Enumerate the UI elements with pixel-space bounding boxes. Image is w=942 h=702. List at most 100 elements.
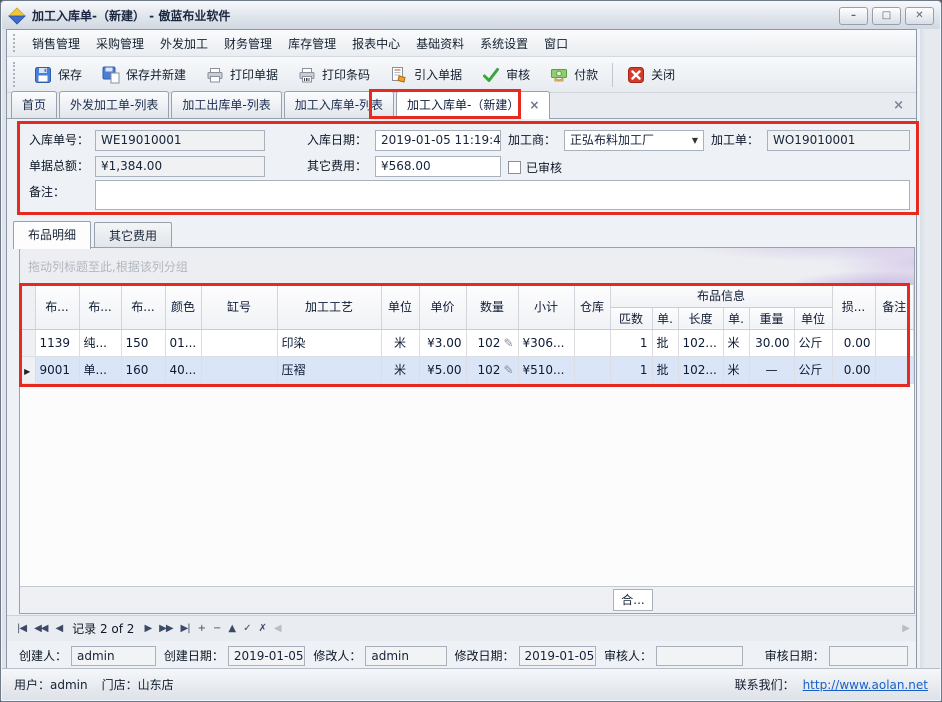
tab-processing-inbound-new[interactable]: 加工入库单-（新建）× [396, 91, 550, 119]
table-row-selected[interactable]: ▶ 9001 单... 160 40... 压褶 米 ¥5.00 102✎ ¥5… [20, 356, 914, 383]
column-header-code[interactable]: 布... [35, 285, 79, 329]
column-header-name[interactable]: 布... [79, 285, 121, 329]
nav-first-icon[interactable]: |◀ [13, 623, 30, 634]
cell-pcs-unit[interactable]: 批 [652, 329, 678, 356]
menu-window[interactable]: 窗口 [536, 31, 576, 56]
cell-loss[interactable]: 0.00 [832, 329, 875, 356]
cell-name[interactable]: 单... [79, 356, 121, 383]
cell-unit[interactable]: 米 [381, 356, 419, 383]
receipt-no-field[interactable]: WE19010001 [95, 130, 265, 151]
audit-button[interactable]: 审核 [472, 62, 540, 88]
cell-weight[interactable]: 30.00 [749, 329, 794, 356]
tab-processing-inbound-list[interactable]: 加工入库单-列表 [284, 91, 394, 118]
nav-last-icon[interactable]: ▶| [177, 623, 194, 634]
cell-warehouse[interactable] [574, 329, 610, 356]
cell-qty[interactable]: 102✎ [466, 356, 518, 383]
column-header-width[interactable]: 布... [121, 285, 165, 329]
remark-textarea[interactable] [95, 180, 910, 210]
menu-outsourcing[interactable]: 外发加工 [152, 31, 216, 56]
sum-button[interactable]: 合... [613, 589, 653, 611]
nav-delete-icon[interactable]: − [209, 623, 224, 634]
cell-warehouse[interactable] [574, 356, 610, 383]
save-and-new-button[interactable]: 保存并新建 [92, 62, 196, 88]
import-receipt-button[interactable]: 引入单据 [380, 62, 472, 88]
cell-qty[interactable]: 102✎ [466, 329, 518, 356]
nav-append-icon[interactable]: + [194, 623, 209, 634]
pay-button[interactable]: 付款 [540, 62, 608, 88]
cell-weight-unit[interactable]: 公斤 [794, 329, 832, 356]
cell-pcs[interactable]: 1 [610, 356, 652, 383]
cell-weight-unit[interactable]: 公斤 [794, 356, 832, 383]
nav-next-icon[interactable]: ▶ [140, 623, 155, 634]
print-barcode-button[interactable]: 打印条码 [288, 62, 380, 88]
cell-vat[interactable] [201, 356, 277, 383]
processor-select[interactable]: 正弘布料加工厂▼ [564, 130, 704, 151]
work-order-field[interactable]: WO19010001 [767, 130, 910, 151]
cell-width[interactable]: 160 [121, 356, 165, 383]
column-header-pcs-unit[interactable]: 单. [652, 307, 678, 329]
column-header-weight[interactable]: 重量 [749, 307, 794, 329]
cell-remark[interactable] [875, 329, 913, 356]
column-header-qty[interactable]: 数量 [466, 285, 518, 329]
column-header-vat[interactable]: 缸号 [201, 285, 277, 329]
nav-prior-page-icon[interactable]: ◀◀ [30, 623, 51, 634]
cell-code[interactable]: 9001 [35, 356, 79, 383]
other-fee-field[interactable]: ¥568.00 [375, 156, 501, 177]
nav-cancel-icon[interactable]: ✗ [254, 623, 269, 634]
cell-code[interactable]: 1139 [35, 329, 79, 356]
tab-processing-outbound-list[interactable]: 加工出库单-列表 [171, 91, 281, 118]
column-header-process[interactable]: 加工工艺 [277, 285, 381, 329]
hscroll-right-icon[interactable]: ▶ [902, 623, 910, 634]
chevron-down-icon[interactable]: ▼ [692, 132, 698, 149]
maximize-button[interactable]: □ [872, 7, 901, 25]
cell-weight-focused[interactable]: — [749, 356, 794, 383]
cell-width[interactable]: 150 [121, 329, 165, 356]
hscroll-left-icon[interactable]: ◀ [270, 623, 285, 634]
minimize-button[interactable]: – [839, 7, 868, 25]
column-header-weight-unit[interactable]: 单位 [794, 307, 832, 329]
column-header-color[interactable]: 颜色 [165, 285, 201, 329]
column-header-price[interactable]: 单价 [419, 285, 466, 329]
cell-remark[interactable] [875, 356, 913, 383]
cell-color[interactable]: 40... [165, 356, 201, 383]
cell-vat[interactable] [201, 329, 277, 356]
column-header-unit[interactable]: 单位 [381, 285, 419, 329]
menu-finance[interactable]: 财务管理 [216, 31, 280, 56]
menu-inventory[interactable]: 库存管理 [280, 31, 344, 56]
column-header-warehouse[interactable]: 仓库 [574, 285, 610, 329]
nav-prior-icon[interactable]: ◀ [51, 623, 66, 634]
audited-checkbox[interactable] [508, 161, 521, 174]
close-form-button[interactable]: 关闭 [617, 62, 685, 88]
cell-subtotal[interactable]: ¥510... [518, 356, 574, 383]
save-button[interactable]: 保存 [24, 62, 92, 88]
tab-close-icon[interactable]: × [529, 98, 539, 112]
cell-process[interactable]: 压褶 [277, 356, 381, 383]
column-header-subtotal[interactable]: 小计 [518, 285, 574, 329]
column-header-length-unit[interactable]: 单. [723, 307, 749, 329]
column-header-length[interactable]: 长度 [678, 307, 723, 329]
cell-color[interactable]: 01... [165, 329, 201, 356]
nav-endedit-icon[interactable]: ✓ [239, 623, 254, 634]
cell-length[interactable]: 102... [678, 329, 723, 356]
tabstrip-close-icon[interactable]: × [893, 98, 904, 113]
edit-icon[interactable]: ✎ [503, 363, 513, 377]
print-receipt-button[interactable]: 打印单据 [196, 62, 288, 88]
cell-loss[interactable]: 0.00 [832, 356, 875, 383]
tab-other-fees[interactable]: 其它费用 [94, 222, 172, 248]
website-link[interactable]: http://www.aolan.net [803, 678, 928, 692]
nav-edit-icon[interactable]: ▲ [224, 623, 239, 634]
menu-settings[interactable]: 系统设置 [472, 31, 536, 56]
cell-length-unit[interactable]: 米 [723, 356, 749, 383]
tab-home[interactable]: 首页 [11, 91, 57, 118]
close-button[interactable]: ✕ [905, 7, 934, 25]
cell-price[interactable]: ¥3.00 [419, 329, 466, 356]
edit-icon[interactable]: ✎ [503, 336, 513, 350]
tab-fabric-detail[interactable]: 布品明细 [13, 221, 91, 249]
cell-unit[interactable]: 米 [381, 329, 419, 356]
tab-outsourcing-list[interactable]: 外发加工单-列表 [59, 91, 169, 118]
menu-reports[interactable]: 报表中心 [344, 31, 408, 56]
nav-next-page-icon[interactable]: ▶▶ [155, 623, 176, 634]
cell-price[interactable]: ¥5.00 [419, 356, 466, 383]
cell-subtotal[interactable]: ¥306... [518, 329, 574, 356]
cell-name[interactable]: 纯... [79, 329, 121, 356]
